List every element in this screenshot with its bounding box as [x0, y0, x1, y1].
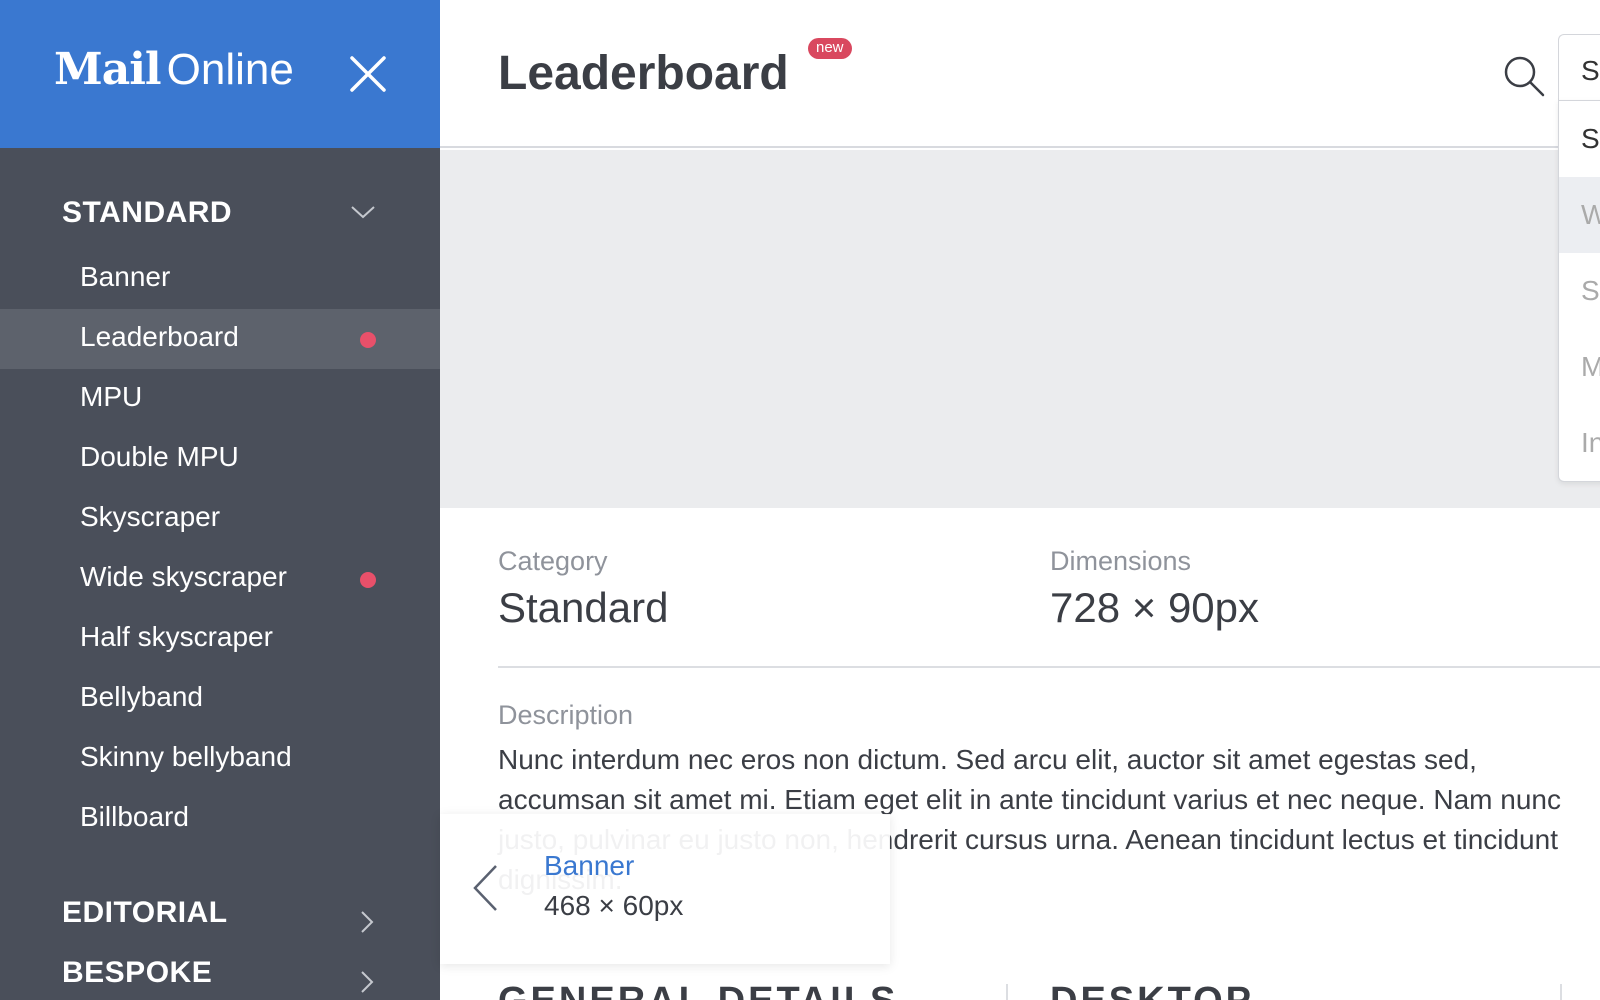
sidebar-item-label: MPU [80, 381, 143, 412]
ad-preview-area [440, 150, 1600, 508]
top-bar: Leaderboard new [440, 0, 1600, 148]
sidebar: Mail Online STANDARD Banner Leaderboard … [0, 0, 440, 1000]
dropdown-option-label: W [1581, 199, 1600, 231]
sidebar-item-mpu[interactable]: MPU [0, 369, 440, 429]
dropdown-option-label: Sl [1581, 123, 1600, 154]
page-title: Leaderboard [498, 47, 789, 100]
chevron-down-icon [351, 206, 375, 219]
section-divider [1560, 984, 1562, 1000]
dropdown-option[interactable]: Sl [1559, 101, 1600, 177]
category-value: Standard [498, 584, 669, 631]
dropdown-option-label: Sc [1581, 275, 1600, 306]
dropdown-option-label: M [1581, 351, 1600, 383]
sidebar-item-skinny-bellyband[interactable]: Skinny bellyband [0, 729, 440, 789]
close-icon [350, 56, 386, 92]
divider [498, 666, 1600, 668]
mailonline-logo[interactable]: Mail Online [54, 44, 294, 95]
sidebar-item-label: Billboard [80, 801, 189, 832]
section-editorial[interactable]: EDITORIAL [62, 896, 228, 930]
section-bespoke[interactable]: BESPOKE [62, 956, 212, 990]
previous-item-dimensions: 468 × 60px [544, 890, 684, 921]
new-indicator-dot [360, 572, 376, 588]
logo-online-text: Online [166, 45, 294, 94]
previous-item-card[interactable]: Banner 468 × 60px [440, 814, 890, 964]
collapse-standard-toggle[interactable] [350, 204, 376, 225]
sidebar-item-label: Banner [80, 261, 171, 292]
sidebar-item-label: Double MPU [80, 441, 239, 472]
new-indicator-dot [360, 332, 376, 348]
expand-editorial-toggle[interactable] [360, 910, 374, 939]
dimensions-value: 728 × 90px [1050, 584, 1260, 631]
site-select-value: Sl [1581, 55, 1600, 86]
search-icon [1504, 56, 1545, 97]
new-badge: new [808, 38, 852, 59]
expand-bespoke-toggle[interactable] [360, 970, 374, 999]
section-divider [1006, 984, 1008, 1000]
sidebar-item-bellyband[interactable]: Bellyband [0, 669, 440, 729]
logo-mail-text: Mail [54, 44, 162, 95]
dropdown-option[interactable]: In [1559, 405, 1600, 481]
sidebar-item-label: Skinny bellyband [80, 741, 292, 772]
sidebar-item-double-mpu[interactable]: Double MPU [0, 429, 440, 489]
general-details-heading: GENERAL DETAILS [498, 980, 898, 1000]
sidebar-item-label: Skyscraper [80, 501, 221, 532]
section-standard[interactable]: STANDARD [62, 196, 232, 230]
chevron-left-icon [473, 865, 497, 911]
chevron-right-icon [361, 911, 374, 933]
sidebar-item-label: Bellyband [80, 681, 203, 712]
search-button[interactable] [1502, 54, 1546, 98]
dropdown-option[interactable]: Sc [1559, 253, 1600, 329]
dropdown-option[interactable]: W [1559, 177, 1600, 253]
sidebar-item-banner[interactable]: Banner [0, 249, 440, 309]
previous-item-title: Banner [544, 850, 635, 881]
dropdown-option-label: In [1581, 427, 1600, 458]
category-label: Category [498, 546, 608, 576]
brand-bar: Mail Online [0, 0, 440, 148]
dimensions-label: Dimensions [1050, 546, 1192, 576]
description-label: Description [498, 700, 634, 730]
sidebar-item-label: Half skyscraper [80, 621, 273, 652]
desktop-heading: DESKTOP [1050, 980, 1254, 1000]
sidebar-item-label: Leaderboard [80, 321, 239, 352]
sidebar-item-half-skyscraper[interactable]: Half skyscraper [0, 609, 440, 669]
sidebar-item-leaderboard[interactable]: Leaderboard [0, 309, 440, 369]
sidebar-item-label: Wide skyscraper [80, 561, 287, 592]
dropdown-option[interactable]: M [1559, 329, 1600, 405]
sidebar-item-skyscraper[interactable]: Skyscraper [0, 489, 440, 549]
site-select[interactable]: Sl [1558, 34, 1600, 102]
close-menu-button[interactable] [346, 52, 390, 96]
chevron-right-icon [361, 971, 374, 993]
sidebar-item-wide-skyscraper[interactable]: Wide skyscraper [0, 549, 440, 609]
site-select-options: Sl W Sc M In [1558, 100, 1600, 482]
sidebar-item-billboard[interactable]: Billboard [0, 789, 440, 849]
